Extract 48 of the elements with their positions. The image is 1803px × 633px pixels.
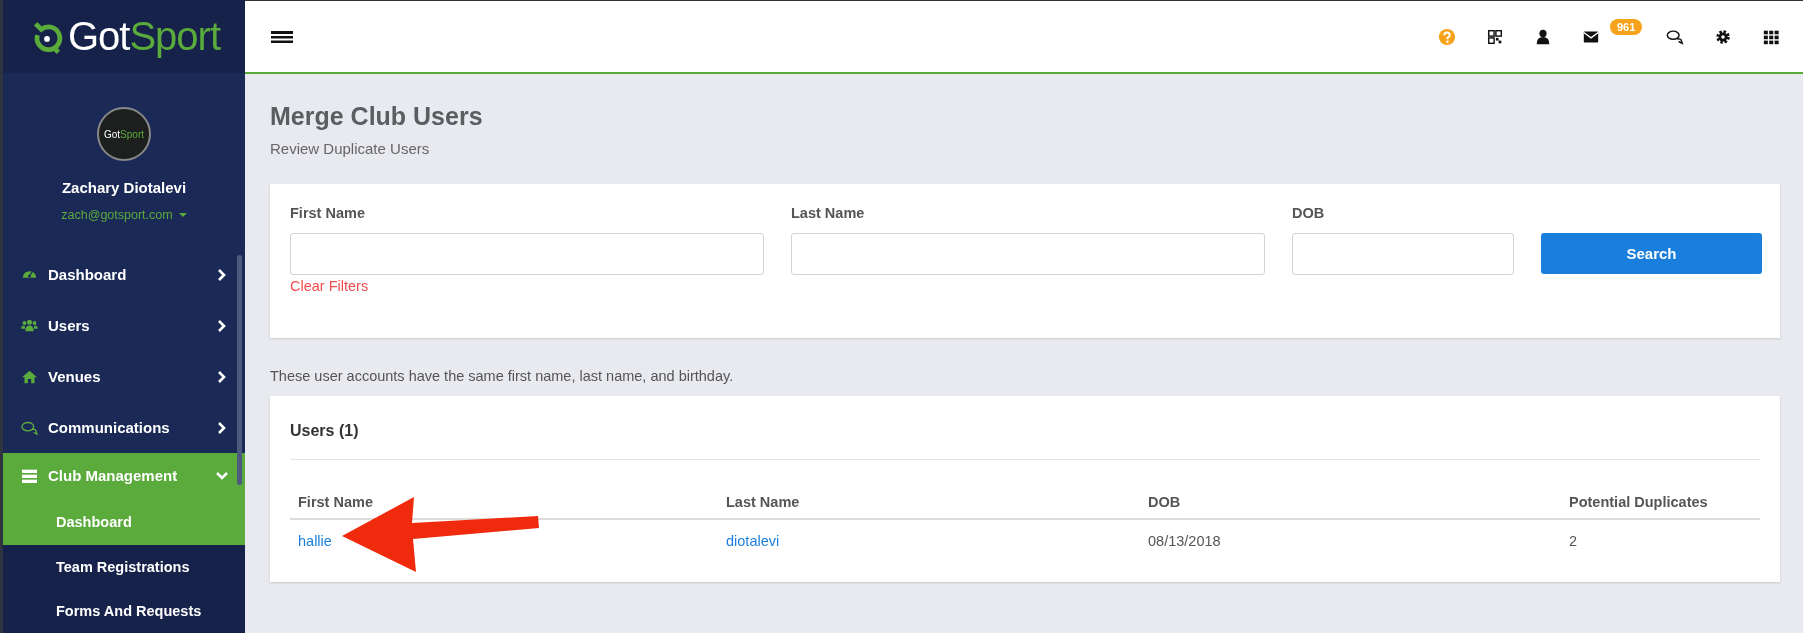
submenu-item[interactable]: Team Registrations bbox=[3, 545, 245, 589]
submenu-item[interactable]: Dashboard bbox=[3, 498, 245, 545]
chevron-down-icon bbox=[216, 469, 228, 482]
avatar-logo: GotSport bbox=[97, 107, 151, 162]
chat-bubbles-icon[interactable] bbox=[1666, 27, 1684, 46]
table-cell: 08/13/2018 bbox=[1140, 519, 1561, 562]
table-cell: 2 bbox=[1561, 519, 1760, 562]
column-header: DOB bbox=[1140, 486, 1561, 519]
chevron-right-icon bbox=[216, 421, 228, 434]
user-email-dropdown[interactable]: zach@gotsport.com bbox=[61, 208, 187, 223]
info-text: These user accounts have the same first name, last name, and birthday. bbox=[270, 368, 735, 384]
page-title: Merge Club Users bbox=[270, 102, 484, 131]
count-badge: 961 bbox=[1610, 18, 1643, 35]
users-icon bbox=[21, 318, 38, 333]
column-header: Potential Duplicates bbox=[1561, 486, 1760, 519]
column-header: Last Name bbox=[718, 486, 1140, 519]
submenu-item[interactable]: Forms And Requests bbox=[3, 589, 245, 633]
nav-item[interactable]: Communications bbox=[3, 402, 245, 453]
input-field[interactable] bbox=[791, 233, 1265, 275]
search-button[interactable]: Search bbox=[1541, 233, 1762, 274]
nav-item[interactable]: Venues bbox=[3, 351, 245, 402]
chevron-right-icon bbox=[216, 319, 228, 332]
home-icon bbox=[21, 369, 38, 384]
user-name: Zachary Diotalevi bbox=[61, 179, 187, 197]
nav-item[interactable]: Dashboard bbox=[3, 249, 245, 300]
page-subtitle: Review Duplicate Users bbox=[270, 140, 431, 157]
field-label: Last Name bbox=[791, 205, 866, 221]
menu-icon[interactable] bbox=[271, 30, 293, 43]
server-icon bbox=[21, 468, 38, 483]
chevron-right-icon bbox=[216, 268, 228, 281]
field-label: DOB bbox=[1292, 205, 1326, 221]
nav-item[interactable]: Club Management bbox=[3, 453, 245, 498]
user-icon[interactable] bbox=[1534, 27, 1552, 46]
nav-item[interactable]: Users bbox=[3, 300, 245, 351]
user-link[interactable]: hallie bbox=[298, 533, 332, 549]
caret-icon bbox=[178, 213, 187, 218]
logo-text: GotSport bbox=[67, 14, 221, 60]
field-label: First Name bbox=[290, 205, 366, 221]
scrollbar[interactable] bbox=[237, 255, 242, 485]
user-link[interactable]: diotalevi bbox=[726, 533, 780, 549]
input-field[interactable] bbox=[1292, 233, 1514, 275]
chevron-right-icon bbox=[216, 370, 228, 383]
card-title: Users (1) bbox=[290, 420, 1760, 460]
settings-icon[interactable] bbox=[1714, 27, 1732, 46]
clear-filters-link[interactable]: Clear Filters bbox=[290, 278, 764, 294]
qr-code-icon[interactable] bbox=[1486, 27, 1504, 46]
chat-bubbles-icon bbox=[21, 420, 38, 435]
input-field[interactable] bbox=[290, 233, 764, 275]
